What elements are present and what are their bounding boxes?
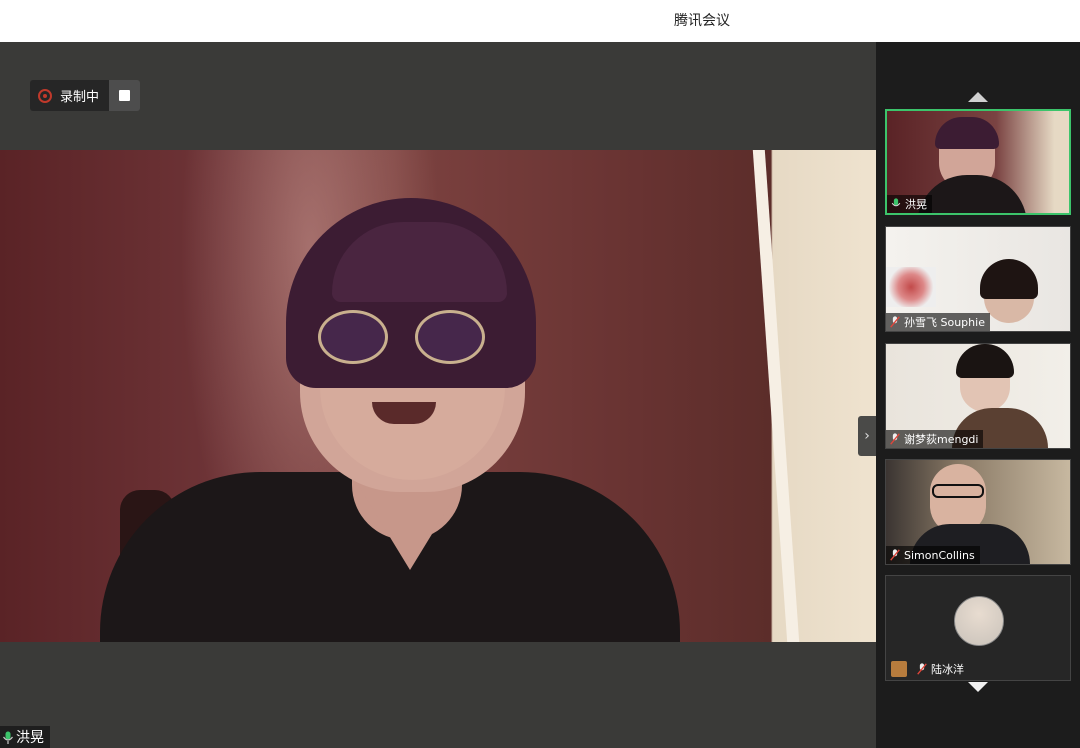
participant-label: 孙雪飞 Souphie [886,313,990,331]
participant-tile[interactable]: SimonCollins [885,459,1071,565]
collapse-sidebar-button[interactable]: › [858,416,876,456]
stop-icon [119,90,131,101]
participant-label: 洪晃 [887,195,932,213]
participant-name: 谢梦荻mengdi [904,433,979,446]
participant-tile[interactable]: 陆冰洋 [885,575,1071,681]
participant-tile[interactable]: 孙雪飞 Souphie [885,226,1071,332]
scroll-up-icon[interactable] [968,92,988,102]
participant-name: 孙雪飞 Souphie [904,316,985,329]
mic-muted-icon [889,316,901,328]
recording-label: 录制中 [30,80,110,111]
participant-name: 洪晃 [905,198,927,211]
title-bar: 腾讯会议 [0,0,1080,42]
main-video-area: 录制中 › [0,42,876,748]
window-title: 腾讯会议 [674,13,730,29]
main-video-feed [0,150,876,642]
mic-muted-icon [889,433,901,445]
avatar [954,596,1004,646]
mic-muted-icon [889,549,901,561]
mic-on-icon [2,731,14,744]
participant-label: SimonCollins [886,546,980,564]
participant-tile[interactable]: 谢梦荻mengdi [885,343,1071,449]
stop-recording-button[interactable] [109,80,141,111]
mic-muted-icon [916,663,928,675]
main-speaker-name: 洪晃 [16,730,44,746]
participant-tile[interactable]: 洪晃 [885,109,1071,215]
mic-on-icon [890,198,902,210]
chevron-right-icon: › [864,428,870,444]
user-avatar-icon [891,661,907,677]
participant-name: 陆冰洋 [931,663,964,676]
recording-indicator: 录制中 [30,80,141,111]
participant-label: 谢梦荻mengdi [886,430,984,448]
recording-text: 录制中 [60,90,100,105]
participant-label: 陆冰洋 [888,660,969,678]
participant-name: SimonCollins [904,548,975,562]
participant-sidebar: 洪晃 孙雪飞 Souphie 谢梦荻mengdi SimonCollins 陆冰… [876,42,1080,748]
record-icon [38,88,52,103]
main-speaker-tag: 洪晃 [0,726,50,748]
scroll-down-icon[interactable] [968,682,988,692]
